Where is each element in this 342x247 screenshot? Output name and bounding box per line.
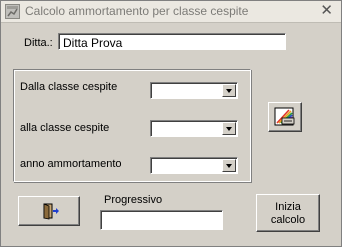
dalla-classe-label: Dalla classe cespite [20, 81, 118, 93]
class-range-group: Dalla classe cespite alla classe cespite… [13, 69, 251, 182]
inizia-calcolo-label-line1: Inizia [275, 201, 301, 213]
close-icon[interactable]: ✕ [320, 2, 333, 20]
chevron-down-icon[interactable] [222, 122, 236, 135]
progressivo-label: Progressivo [104, 194, 163, 206]
app-icon [5, 4, 20, 19]
chevron-down-icon[interactable] [222, 84, 236, 97]
ditta-field[interactable]: Ditta Prova [58, 33, 286, 50]
title-bar: Calcolo ammortamento per classe cespite … [1, 1, 341, 23]
inizia-calcolo-button[interactable]: Inizia calcolo [256, 194, 320, 232]
exit-door-icon [43, 203, 59, 220]
alla-classe-select[interactable] [150, 120, 238, 137]
window-title: Calcolo ammortamento per classe cespite [25, 4, 249, 18]
report-chart-icon [274, 107, 295, 126]
dialog-window: Calcolo ammortamento per classe cespite … [0, 0, 342, 247]
anno-ammortamento-select[interactable] [150, 157, 238, 174]
ditta-label: Ditta.: [24, 37, 53, 49]
exit-button[interactable] [18, 196, 80, 226]
alla-classe-label: alla classe cespite [20, 122, 110, 134]
print-report-button[interactable] [268, 102, 302, 132]
anno-ammortamento-label: anno ammortamento [20, 158, 122, 170]
progressivo-field[interactable] [100, 210, 223, 230]
inizia-calcolo-label-line2: calcolo [270, 214, 306, 226]
dalla-classe-select[interactable] [150, 82, 238, 99]
chevron-down-icon[interactable] [222, 159, 236, 172]
